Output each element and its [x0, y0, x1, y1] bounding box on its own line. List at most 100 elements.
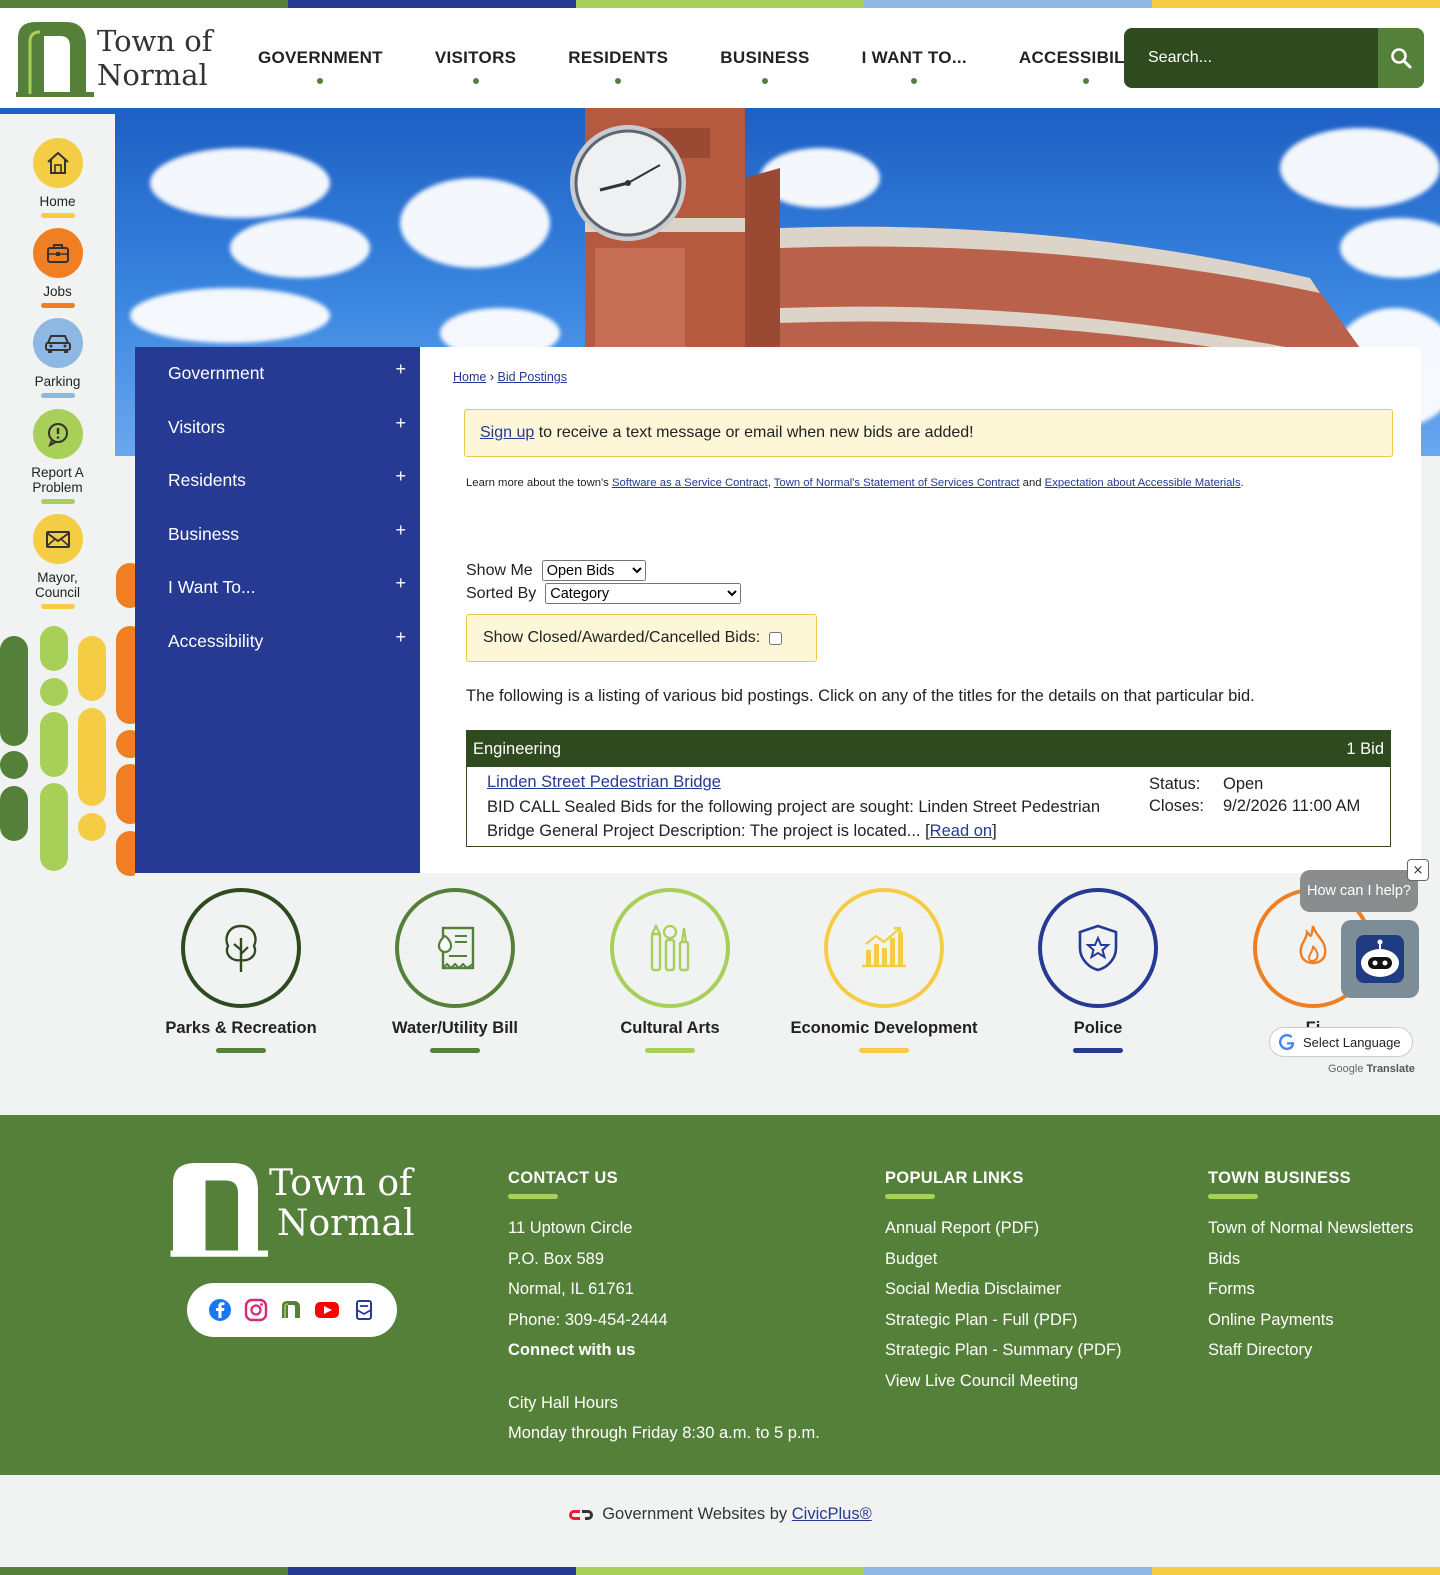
expand-plus-icon[interactable]: + [395, 359, 406, 380]
sidemenu-business[interactable]: Business + [135, 508, 420, 562]
newsletter-icon[interactable] [352, 1298, 376, 1322]
quicklink-parking[interactable]: Parking [0, 318, 115, 398]
nav-business[interactable]: BUSINESS [694, 8, 835, 108]
saas-contract-link[interactable]: Software as a Service Contract [612, 477, 768, 489]
footer-link[interactable]: Budget [885, 1244, 1122, 1275]
footer-link[interactable]: Social Media Disclaimer [885, 1274, 1122, 1305]
show-closed-label: Show Closed/Awarded/Cancelled Bids: [483, 629, 761, 646]
read-on-bracket: ] [992, 822, 997, 840]
footer-logo-line-2: Normal [277, 1203, 415, 1244]
nav-label: GOVERNMENT [258, 48, 383, 67]
footer-link[interactable]: Annual Report (PDF) [885, 1213, 1122, 1244]
expand-plus-icon[interactable]: + [395, 520, 406, 541]
footer-link[interactable]: Online Payments [1208, 1305, 1413, 1336]
bid-category-name: Engineering [473, 739, 562, 758]
expand-plus-icon[interactable]: + [395, 627, 406, 648]
breadcrumb-home-link[interactable]: Home [453, 370, 486, 384]
footer-link[interactable]: Bids [1208, 1244, 1413, 1275]
service-ring [181, 888, 301, 1008]
quicklink-home[interactable]: Home [0, 138, 115, 218]
quick-links: Home Jobs Parking Report A Problem Mayor… [0, 114, 115, 624]
site-footer: Town of Normal CONTACT US 11 Uptown Circ… [0, 1115, 1440, 1475]
sidemenu-residents[interactable]: Residents + [135, 454, 420, 508]
quicklink-jobs[interactable]: Jobs [0, 228, 115, 308]
sidemenu-label: Government [168, 363, 265, 384]
service-parks-recreation[interactable]: Parks & Recreation [134, 888, 348, 1053]
instagram-icon[interactable] [244, 1298, 268, 1322]
expand-plus-icon[interactable]: + [395, 573, 406, 594]
service-label: Parks & Recreation [165, 1019, 317, 1037]
services-contract-link[interactable]: Town of Normal's Statement of Services C… [774, 477, 1020, 489]
service-water-utility-bill[interactable]: Water/Utility Bill [348, 888, 562, 1053]
sidemenu-accessibility[interactable]: Accessibility + [135, 615, 420, 669]
footer-link[interactable]: View Live Council Meeting [885, 1366, 1122, 1397]
sidemenu-label: Residents [168, 470, 246, 491]
sidemenu-visitors[interactable]: Visitors + [135, 401, 420, 455]
quicklink-label: Jobs [43, 284, 72, 299]
civicplus-link[interactable]: CivicPlus® [792, 1505, 872, 1523]
nav-residents[interactable]: RESIDENTS [542, 8, 694, 108]
chatbot-button[interactable] [1341, 920, 1419, 998]
town-logo[interactable]: Town of Normal [14, 18, 224, 98]
deco-pill [116, 626, 135, 724]
quicklink-bar [40, 393, 75, 398]
site-header: Town of Normal GOVERNMENT VISITORS RESID… [0, 8, 1440, 108]
logo-line-2: Normal [97, 58, 208, 92]
sidemenu-government[interactable]: Government + [135, 347, 420, 401]
nav-government[interactable]: GOVERNMENT [232, 8, 409, 108]
accessible-materials-link[interactable]: Expectation about Accessible Materials [1045, 477, 1241, 489]
main-content: Home › Bid Postings Sign up to receive a… [420, 347, 1421, 873]
nav-visitors[interactable]: VISITORS [409, 8, 542, 108]
youtube-icon[interactable] [314, 1298, 340, 1322]
signup-link[interactable]: Sign up [480, 424, 534, 441]
language-select[interactable]: Select Language [1269, 1027, 1413, 1057]
sorted-by-label: Sorted By [466, 584, 537, 602]
show-me-select[interactable]: Open Bids [541, 560, 646, 581]
search-input[interactable] [1124, 28, 1378, 88]
deco-pill [0, 751, 28, 779]
quicklink-label: Home [39, 194, 76, 209]
show-closed-checkbox[interactable] [769, 631, 783, 645]
footer-link[interactable]: Staff Directory [1208, 1335, 1413, 1366]
facebook-icon[interactable] [208, 1298, 232, 1322]
quicklink-bar [40, 499, 75, 504]
footer-link[interactable]: Forms [1208, 1274, 1413, 1305]
quicklink-bar [40, 213, 75, 218]
search-button[interactable] [1378, 28, 1424, 88]
sorted-by-select[interactable]: Category [545, 583, 742, 604]
social-links [187, 1283, 397, 1337]
nav-dot [472, 78, 479, 84]
footer-link[interactable]: Strategic Plan - Full (PDF) [885, 1305, 1122, 1336]
service-cultural-arts[interactable]: Cultural Arts [563, 888, 777, 1053]
footer-link[interactable]: Town of Normal Newsletters [1208, 1213, 1413, 1244]
quicklink-label: Mayor, Council [34, 570, 81, 600]
sidemenu-i-want-to[interactable]: I Want To... + [135, 561, 420, 615]
quicklink-report-a-problem[interactable]: Report A Problem [0, 409, 115, 504]
breadcrumb-current-link[interactable]: Bid Postings [497, 370, 566, 384]
footer-link[interactable]: Strategic Plan - Summary (PDF) [885, 1335, 1122, 1366]
nav-i-want-to[interactable]: I WANT TO... [836, 8, 993, 108]
contact-address: 11 Uptown Circle [508, 1219, 633, 1237]
service-label: Economic Development [790, 1019, 978, 1037]
decorative-pattern [0, 626, 135, 876]
read-on-link[interactable]: Read on [930, 822, 992, 840]
bid-table: Engineering 1 Bid Linden Street Pedestri… [466, 730, 1391, 847]
quicklink-mayor-council[interactable]: Mayor, Council [0, 514, 115, 609]
service-bar [1073, 1048, 1123, 1053]
connect-with-us-link[interactable]: Connect with us [508, 1335, 820, 1366]
quicklink-circle [32, 138, 83, 188]
chat-prompt-bubble[interactable]: How can I help? [1300, 870, 1418, 912]
chat-close-button[interactable]: × [1407, 859, 1429, 881]
service-economic-development[interactable]: Economic Development [777, 888, 991, 1053]
close-icon: × [1412, 862, 1424, 878]
expand-plus-icon[interactable]: + [395, 466, 406, 487]
bid-title-link[interactable]: Linden Street Pedestrian Bridge [487, 773, 721, 792]
town-app-icon[interactable] [279, 1298, 303, 1322]
service-police[interactable]: Police [991, 888, 1205, 1053]
deco-pill [116, 831, 135, 876]
footer-logo[interactable]: Town of Normal [168, 1158, 428, 1258]
service-ring [824, 888, 944, 1008]
signup-notice: Sign up to receive a text message or ema… [464, 409, 1393, 457]
art-supplies-icon [650, 923, 690, 972]
expand-plus-icon[interactable]: + [395, 413, 406, 434]
